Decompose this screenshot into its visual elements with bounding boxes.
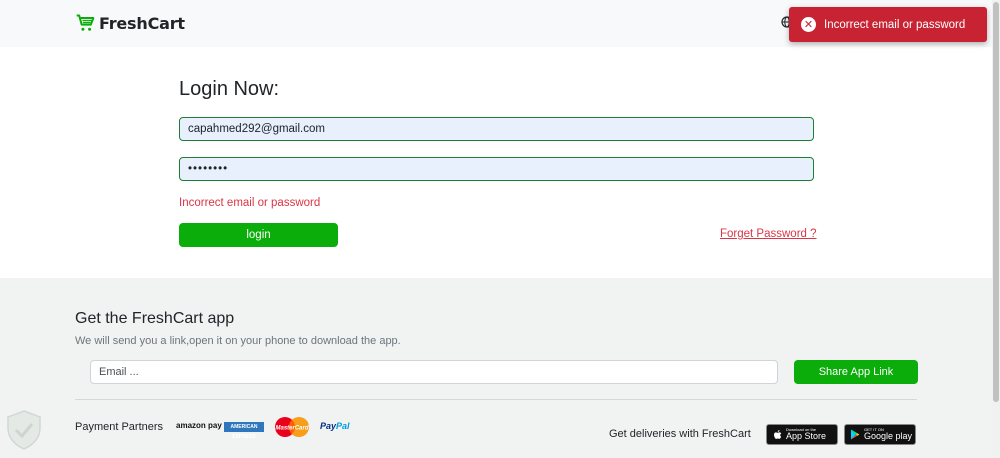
mastercard-text: MasterCard (275, 426, 308, 432)
paypal-logo: PayPal (320, 421, 350, 431)
play-icon (851, 429, 860, 440)
brand-name: FreshCart (99, 13, 185, 33)
toast-message: Incorrect email or password (824, 18, 966, 31)
google-play-big: Google play (864, 431, 913, 441)
login-error-message: Incorrect email or password (179, 197, 321, 209)
app-store-big: App Store (786, 431, 827, 441)
apple-icon (774, 429, 782, 439)
error-circle-icon: ✕ (801, 17, 816, 32)
amex-logo: AMERICAN EXPRESS (224, 422, 264, 440)
forget-password-link[interactable]: Forget Password ? (720, 228, 817, 240)
scrollbar-thumb[interactable] (993, 2, 999, 402)
email-field[interactable] (179, 117, 814, 141)
footer-divider (75, 399, 917, 400)
page: FreshCart ✕ Incorrect email or password … (0, 0, 1000, 458)
vertical-scrollbar[interactable] (992, 0, 1000, 458)
error-glyph: ✕ (803, 18, 814, 31)
footer-title: Get the FreshCart app (75, 310, 235, 327)
mastercard-logo: MasterCard (275, 417, 309, 437)
password-field[interactable] (179, 157, 814, 181)
google-play-text: GET IT ON Google play (864, 428, 912, 441)
footer-email-input[interactable] (90, 360, 778, 384)
deliveries-label: Get deliveries with FreshCart (609, 428, 751, 440)
app-store-text: Download on the App Store (786, 428, 826, 441)
share-app-link-button[interactable]: Share App Link (794, 360, 918, 384)
shield-watermark-icon (7, 410, 41, 450)
payment-partners-label: Payment Partners (75, 421, 164, 433)
paypal-pay-text: Pay (320, 421, 337, 431)
error-toast[interactable]: ✕ Incorrect email or password (789, 7, 987, 42)
paypal-pal-text: Pal (336, 421, 350, 431)
page-title: Login Now: (179, 78, 280, 100)
brand-logo[interactable]: FreshCart (75, 13, 185, 33)
login-button[interactable]: login (179, 223, 338, 247)
app-store-badge[interactable]: Download on the App Store (766, 424, 838, 445)
footer: Get the FreshCart app We will send you a… (0, 278, 992, 458)
amazon-pay-logo: amazon pay (176, 421, 222, 430)
cart-icon (76, 14, 95, 31)
google-play-badge[interactable]: GET IT ON Google play (844, 424, 916, 445)
footer-subtitle: We will send you a link,open it on your … (75, 335, 401, 347)
